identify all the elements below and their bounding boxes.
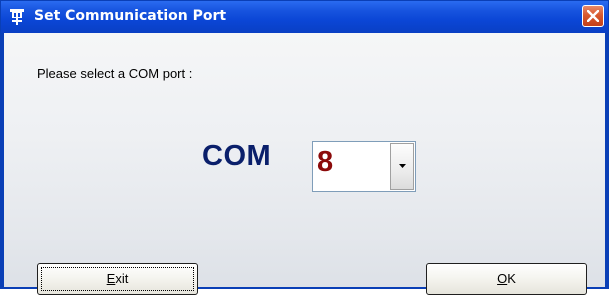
com-port-value: 8 — [317, 146, 334, 178]
ok-button[interactable]: OK — [426, 263, 587, 295]
dialog-body: Please select a COM port : COM 8 Exit OK — [4, 33, 605, 295]
ok-button-label: OK — [497, 271, 516, 286]
com-port-dropdown-button[interactable] — [390, 143, 414, 190]
close-icon — [587, 10, 599, 22]
title-bar[interactable]: Set Communication Port — [1, 1, 608, 33]
com-label: COM — [202, 140, 272, 172]
window-title: Set Communication Port — [34, 8, 227, 24]
exit-button[interactable]: Exit — [37, 263, 198, 295]
dialog-window: Set Communication Port Please select a C… — [0, 0, 609, 295]
com-port-select[interactable]: 8 — [312, 141, 416, 192]
exit-button-label: Exit — [106, 271, 129, 286]
chevron-down-icon — [399, 164, 406, 168]
close-button[interactable] — [582, 5, 604, 27]
prompt-text: Please select a COM port : — [37, 66, 193, 81]
port-plug-icon — [10, 9, 24, 25]
